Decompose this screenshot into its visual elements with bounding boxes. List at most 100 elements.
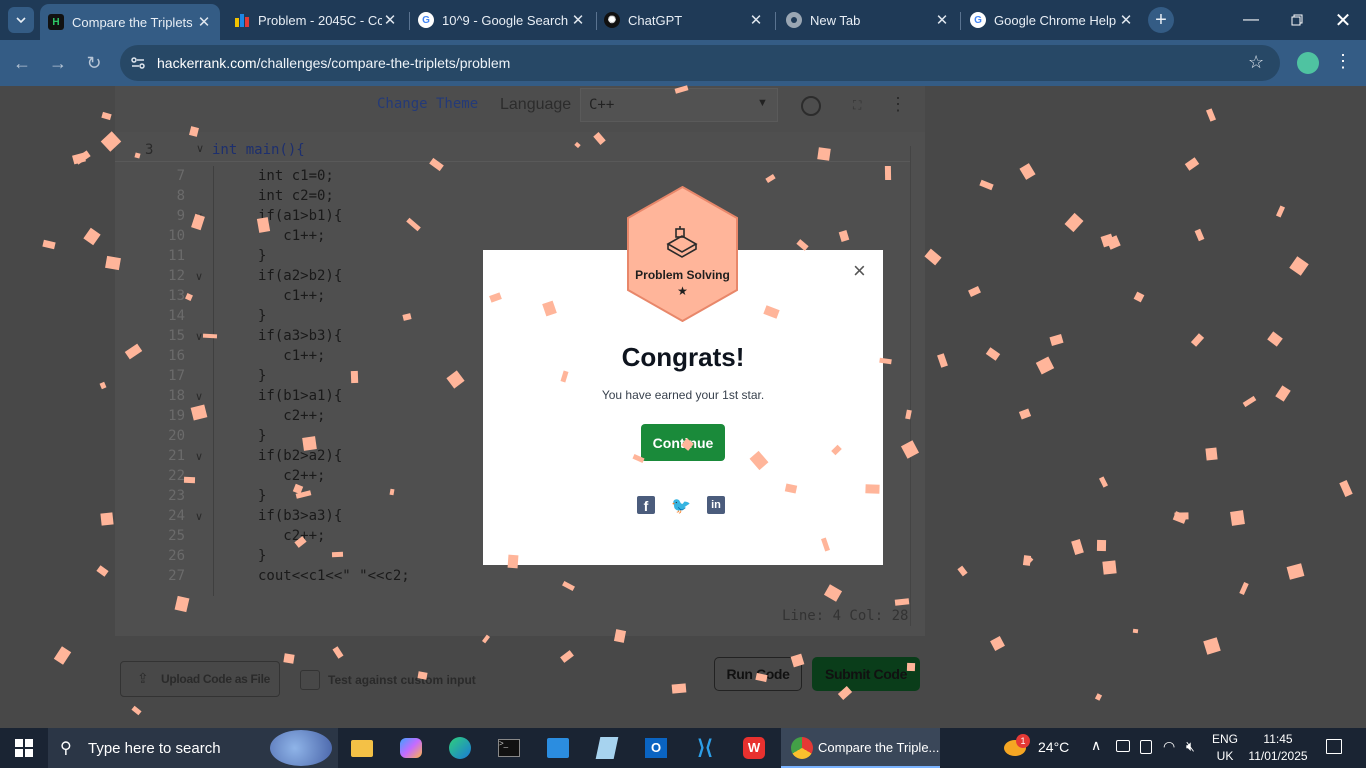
code-line[interactable]: } [258,248,266,264]
device-icon[interactable] [1140,740,1152,754]
code-line[interactable]: if(a1>b1){ [258,208,342,224]
code-line[interactable]: int c2=0; [258,188,334,204]
close-window-button[interactable]: ✕ [1320,0,1366,40]
reload-button[interactable]: ↻ [81,50,107,76]
terminal-icon[interactable]: >_ [495,734,523,762]
edge-icon[interactable] [446,734,474,762]
fold-chevron-icon[interactable]: ∨ [195,450,203,463]
windows-start-button[interactable] [10,734,38,762]
close-tab-icon[interactable]: ✕ [570,11,586,29]
file-explorer-icon[interactable] [348,734,376,762]
menu-kebab-icon[interactable]: ⋮ [1334,51,1352,72]
line-number: 3 [145,142,154,158]
tab-codeforces[interactable]: Problem - 2045C - Cc ✕ [226,6,406,34]
weather-badge: 1 [1016,734,1030,748]
vscode-icon[interactable]: ⟩⟨ [691,734,719,762]
tab-chatgpt[interactable]: ✺ ChatGPT ✕ [596,6,772,34]
clock[interactable]: 11:45 11/01/2025 [1246,732,1310,763]
forward-button[interactable]: → [45,50,71,76]
fold-chevron-icon[interactable]: ∨ [195,210,203,223]
fold-chevron-icon[interactable]: ∨ [195,270,203,283]
code-line[interactable]: } [258,308,266,324]
code-line[interactable]: c1++; [258,288,325,304]
submit-code-button[interactable]: Submit Code [812,657,920,691]
tab-compare-triplets[interactable]: H Compare the Triplets ✕ [40,4,220,40]
reset-code-icon[interactable] [801,96,821,116]
wifi-icon[interactable]: ◠ [1163,738,1175,755]
linkedin-icon[interactable]: in [707,496,725,514]
site-info-icon[interactable] [130,55,146,76]
line-number: 18 [168,388,185,404]
language-value: C++ [589,97,615,113]
change-theme-link[interactable]: Change Theme [377,96,478,112]
close-tab-icon[interactable]: ✕ [382,11,398,29]
code-line[interactable]: if(b2>a2){ [258,448,342,464]
code-line[interactable]: c1++; [258,348,325,364]
fullscreen-icon[interactable]: ⛶ [853,98,861,113]
facebook-icon[interactable]: f [637,496,655,514]
fold-chevron-icon[interactable]: ∨ [195,390,203,403]
custom-input-checkbox[interactable] [300,670,320,690]
continue-button[interactable]: Continue [641,424,725,461]
settings-kebab-icon[interactable]: ⋮ [889,94,907,115]
upload-code-button[interactable]: ⇪ Upload Code as File [120,661,280,697]
run-code-button[interactable]: Run Code [714,657,802,691]
restore-button[interactable] [1274,0,1320,40]
code-line[interactable]: c2++; [258,468,325,484]
code-line[interactable]: } [258,548,266,564]
line-number: 15 [168,328,185,344]
editor-scrollbar[interactable] [910,146,920,626]
notepad-icon[interactable] [593,734,621,762]
language-indicator[interactable]: ENG UK [1212,732,1238,763]
line-number: 16 [168,348,185,364]
taskbar-search-box[interactable]: ⚲ Type here to search [48,728,338,768]
code-line[interactable]: cout<<c1<<" "<<c2; [258,568,410,584]
url-domain: hackerrank.com [157,55,257,71]
code-line[interactable]: } [258,488,266,504]
wps-office-icon[interactable]: W [740,734,768,762]
speaker-muted-icon[interactable]: 🔇︎ [1186,738,1195,755]
tab-new-tab[interactable]: New Tab ✕ [778,6,958,34]
close-tab-icon[interactable]: ✕ [196,13,212,31]
outlook-icon[interactable]: O [642,734,670,762]
taskbar-active-chrome[interactable]: Compare the Triple... [781,728,940,768]
code-line[interactable]: if(a2>b2){ [258,268,342,284]
line-number: 9 [176,208,185,224]
code-line[interactable]: c1++; [258,228,325,244]
profile-avatar[interactable] [1297,52,1319,74]
microsoft-store-icon[interactable] [544,734,572,762]
battery-icon[interactable] [1116,740,1130,752]
close-tab-icon[interactable]: ✕ [934,11,950,29]
close-tab-icon[interactable]: ✕ [1118,11,1134,29]
tab-chrome-help[interactable]: G Google Chrome Help ✕ [962,6,1142,34]
copilot-icon[interactable] [397,734,425,762]
code-line[interactable]: } [258,368,266,384]
twitter-icon[interactable]: 🐦 [671,496,691,515]
chevron-up-icon[interactable]: ∧ [1091,737,1101,754]
notifications-icon[interactable] [1326,739,1342,754]
code-line[interactable]: } [258,428,266,444]
close-tab-icon[interactable]: ✕ [748,11,764,29]
back-button[interactable]: ← [9,50,35,76]
new-tab-button[interactable]: + [1148,7,1174,33]
address-bar[interactable]: hackerrank.com/challenges/compare-the-tr… [120,45,1280,81]
minimize-button[interactable]: — [1228,0,1274,40]
code-line[interactable]: if(a3>b3){ [258,328,342,344]
fold-chevron-icon[interactable]: ∨ [195,510,203,523]
code-line[interactable]: c2++; [258,528,325,544]
tab-google-search[interactable]: G 10^9 - Google Search ✕ [410,6,594,34]
code-line[interactable]: int c1=0; [258,168,334,184]
code-line[interactable]: c2++; [258,408,325,424]
clock-date: 11/01/2025 [1248,749,1308,763]
code-line[interactable]: if(b3>a3){ [258,508,342,524]
bookmark-star-icon[interactable]: ☆ [1248,52,1264,73]
weather-icon[interactable]: 1 [1004,734,1030,758]
fold-chevron-icon[interactable]: ∨ [195,330,203,343]
language-select[interactable]: C++ ▼ [580,88,778,122]
tab-search-button[interactable] [8,7,34,33]
tab-title: Compare the Triplets [72,14,193,30]
chevron-down-icon [16,17,26,24]
code-line[interactable]: if(b1>a1){ [258,388,342,404]
close-dialog-button[interactable]: × [853,258,866,284]
codeforces-icon [234,12,250,28]
